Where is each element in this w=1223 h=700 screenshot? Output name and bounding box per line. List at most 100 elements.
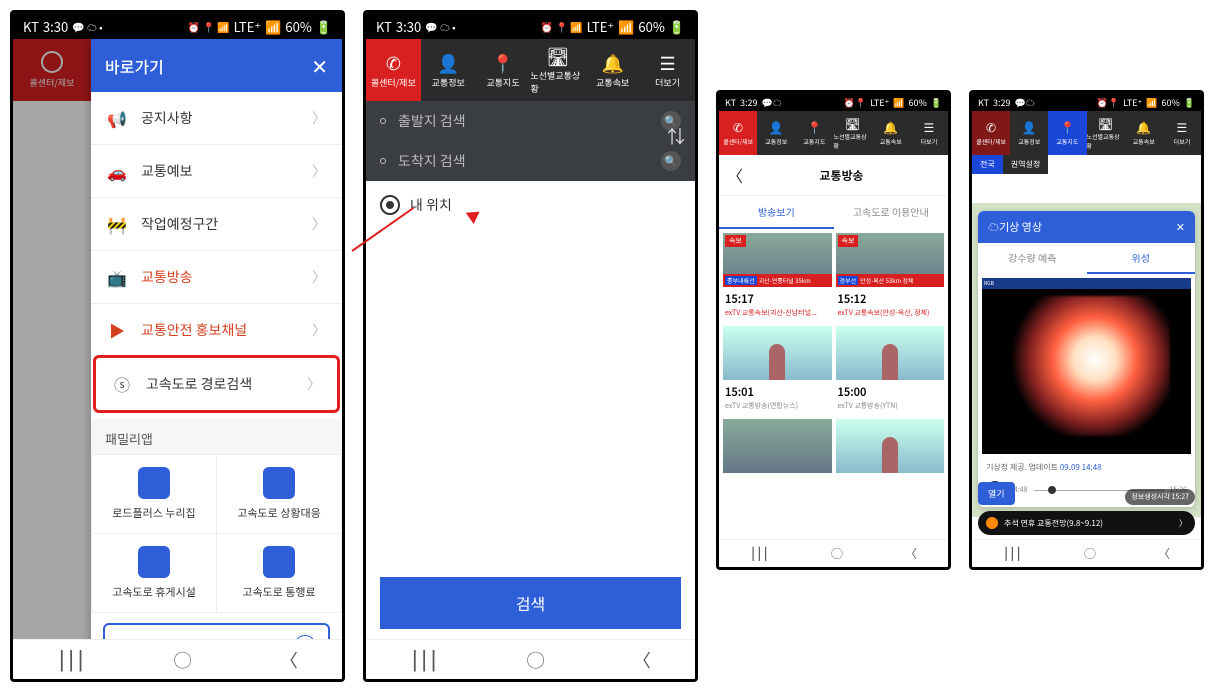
system-nav[interactable]: ⎮⎮⎮◯〈 [366, 639, 695, 679]
video-thumb [723, 326, 832, 380]
chevron-right-icon: 〉 [307, 374, 321, 394]
status-bar: KT 3:30 💬 ☁ • ⏰ 📍 📶 LTE⁺ 📶 60%🔋 [13, 13, 342, 39]
nav-tab-more[interactable]: ☰더보기 [640, 39, 695, 101]
search-button[interactable]: 검색 [380, 577, 681, 629]
arrival-input[interactable]: 도착지 검색🔍 [366, 141, 695, 181]
chevron-right-icon: 〉 [312, 267, 326, 287]
app-icon [263, 467, 295, 499]
menu-icon: 🚧 [107, 212, 127, 236]
family-app[interactable]: 고속도로 상황대응 [217, 455, 341, 533]
status-bar: KT 3:30 💬 ☁ • ⏰ 📍 📶 LTE⁺ 📶 60%🔋 [366, 13, 695, 39]
video-thumb: 속보경부선안성-옥산 53km 정체 [836, 233, 945, 287]
family-app[interactable]: 로드플러스 누리집 [92, 455, 216, 533]
app-icon [138, 467, 170, 499]
swap-icon[interactable]: ⇅ [667, 123, 685, 149]
app-icon [138, 546, 170, 578]
close-icon[interactable]: ✕ [311, 51, 328, 80]
arrow-annotation [352, 250, 427, 252]
search-icon: 🔍 [661, 151, 681, 171]
phone-icon: ✆ [382, 52, 404, 74]
video-thumb: 속보중부내륙선괴산-연풍터널 35km [723, 233, 832, 287]
nav-tab-route[interactable]: 🛣노선별교통상황 [834, 111, 872, 155]
satellite-image: RGB [982, 278, 1191, 454]
tab-guide[interactable]: 고속도로 이용안내 [834, 196, 949, 229]
pin-icon: 📍 [492, 52, 514, 74]
nav-tab-more[interactable]: ☰더보기 [910, 111, 948, 155]
scope-national[interactable]: 전국 [972, 155, 1003, 174]
menu-item[interactable]: 📢공지사항〉 [91, 92, 342, 145]
my-location[interactable]: 내 위치 [366, 181, 695, 229]
nav-tab-map[interactable]: 📍교통지도 [795, 111, 833, 155]
system-nav[interactable]: ⎮⎮⎮◯〈 [972, 539, 1201, 567]
video-item[interactable]: 속보경부선안성-옥산 53km 정체15:12exTV 교통속보(안성-옥산, … [836, 233, 945, 322]
weather-title: 기상 영상 [999, 219, 1042, 235]
nav-tab-call[interactable]: ✆콜센터/제보 [972, 111, 1010, 155]
menu-item[interactable]: ⓢ고속도로 경로검색〉 [93, 355, 340, 413]
scope-region[interactable]: 권역설정 [1003, 155, 1048, 174]
back-button[interactable]: 〈 [727, 163, 743, 187]
tab-rain[interactable]: 강수량 예측 [978, 243, 1087, 274]
nav-tab-alert[interactable]: 🔔교통속보 [872, 111, 910, 155]
nav-tab-map[interactable]: 📍교통지도 [1048, 111, 1086, 155]
nav-tab-more[interactable]: ☰더보기 [1163, 111, 1201, 155]
phone-route-search: KT 3:30 💬 ☁ • ⏰ 📍 📶 LTE⁺ 📶 60%🔋 ✆콜센터/제보 … [363, 10, 698, 682]
family-header: 패밀리앱 [91, 419, 342, 454]
video-item[interactable] [836, 419, 945, 473]
bell-icon: 🔔 [602, 52, 624, 74]
tab-satellite[interactable]: 위성 [1087, 243, 1196, 274]
video-item[interactable]: 15:00exTV 교통방송(YTN) [836, 326, 945, 415]
menu-item[interactable]: 🚗교통예보〉 [91, 145, 342, 198]
menu-icon: 🚗 [107, 159, 127, 183]
video-thumb [836, 326, 945, 380]
nav-tab-alert[interactable]: 🔔교통속보 [1125, 111, 1163, 155]
video-grid: 속보중부내륙선괴산-연풍터널 35km15:17exTV 교통속보(괴산-진남터… [719, 229, 948, 477]
menu-icon: ⓢ [112, 372, 132, 396]
nav-tab-traffic[interactable]: 👤교통정보 [421, 39, 476, 101]
family-app[interactable]: 고속도로 휴게시설 [92, 534, 216, 612]
shortcut-menu: 📢공지사항〉🚗교통예보〉🚧작업예정구간〉📺교통방송〉▶교통안전 홍보채널〉ⓢ고속… [91, 92, 342, 419]
app-icon [263, 546, 295, 578]
video-item[interactable]: 속보중부내륙선괴산-연풍터널 35km15:17exTV 교통속보(괴산-진남터… [723, 233, 832, 322]
news-ticker[interactable]: 추석 연휴 교통전망(9.8~9.12)〉 [978, 511, 1195, 535]
video-item[interactable] [723, 419, 832, 473]
nav-tab-call[interactable]: ✆콜센터/제보 [719, 111, 757, 155]
route-icon: 🛣 [547, 45, 569, 67]
chevron-right-icon: 〉 [312, 108, 326, 128]
close-icon[interactable]: ✕ [1176, 219, 1185, 235]
person-icon: 👤 [437, 52, 459, 74]
menu-item[interactable]: ▶교통안전 홍보채널〉 [91, 304, 342, 357]
nav-tab-alert[interactable]: 🔔교통속보 [585, 39, 640, 101]
chevron-right-icon: 〉 [312, 214, 326, 234]
location-icon [380, 195, 400, 215]
nav-tab-route[interactable]: 🛣노선별교통상황 [1087, 111, 1125, 155]
top-nav: ✆콜센터/제보 👤교통정보 📍교통지도 🛣노선별교통상황 🔔교통속보 ☰더보기 [719, 111, 948, 155]
menu-icon: 📢 [107, 106, 127, 130]
nav-tab-traffic[interactable]: 👤교통정보 [757, 111, 795, 155]
status-bar: KT 3:29 💬☁ ⏰📍 LTE⁺ 📶 60%🔋 [719, 93, 948, 111]
menu-item[interactable]: 📺교통방송〉 [91, 251, 342, 304]
family-app[interactable]: 고속도로 통행료 [217, 534, 341, 612]
departure-input[interactable]: 출발지 검색🔍 [366, 101, 695, 141]
phone-shortcuts: KT 3:30 💬 ☁ • ⏰ 📍 📶 LTE⁺ 📶 60%🔋 콜센터/제보 바… [10, 10, 345, 682]
menu-icon: ☰ [657, 52, 679, 74]
phone-weather: KT 3:29 💬☁ ⏰📍 LTE⁺ 📶 60%🔋 ✆콜센터/제보 👤교통정보 … [969, 90, 1204, 570]
nav-tab-traffic[interactable]: 👤교통정보 [1010, 111, 1048, 155]
system-nav[interactable]: ⎮⎮⎮◯〈 [719, 539, 948, 567]
top-nav: ✆콜센터/제보 👤교통정보 📍교통지도 🛣노선별교통상황 🔔교통속보 ☰더보기 [366, 39, 695, 101]
weather-panel: ☁ 기상 영상 ✕ 강수량 예측 위성 RGB 기상청 제공. 업데이트 09.… [978, 211, 1195, 507]
chevron-right-icon: 〉 [312, 320, 326, 340]
menu-item[interactable]: 🚧작업예정구간〉 [91, 198, 342, 251]
nav-tab-route[interactable]: 🛣노선별교통상황 [530, 39, 585, 101]
nav-tab-map[interactable]: 📍교통지도 [476, 39, 531, 101]
video-item[interactable]: 15:01exTV 교통방송(연합뉴스) [723, 326, 832, 415]
system-nav[interactable]: ⎮⎮⎮◯〈 [13, 639, 342, 679]
menu-icon: ▶ [107, 318, 127, 342]
menu-icon: 📺 [107, 265, 127, 289]
family-apps: 로드플러스 누리집고속도로 상황대응고속도로 휴게시설고속도로 통행료 [91, 454, 342, 613]
tab-watch[interactable]: 방송보기 [719, 196, 834, 229]
chevron-right-icon: 〉 [312, 161, 326, 181]
menu-item[interactable]: 🖥CCTV영상 검색〉 [91, 411, 342, 419]
open-button[interactable]: 열기 [978, 482, 1015, 505]
shortcut-panel: 바로가기 ✕ 📢공지사항〉🚗교통예보〉🚧작업예정구간〉📺교통방송〉▶교통안전 홍… [91, 39, 342, 679]
nav-tab-call[interactable]: ✆콜센터/제보 [366, 39, 421, 101]
